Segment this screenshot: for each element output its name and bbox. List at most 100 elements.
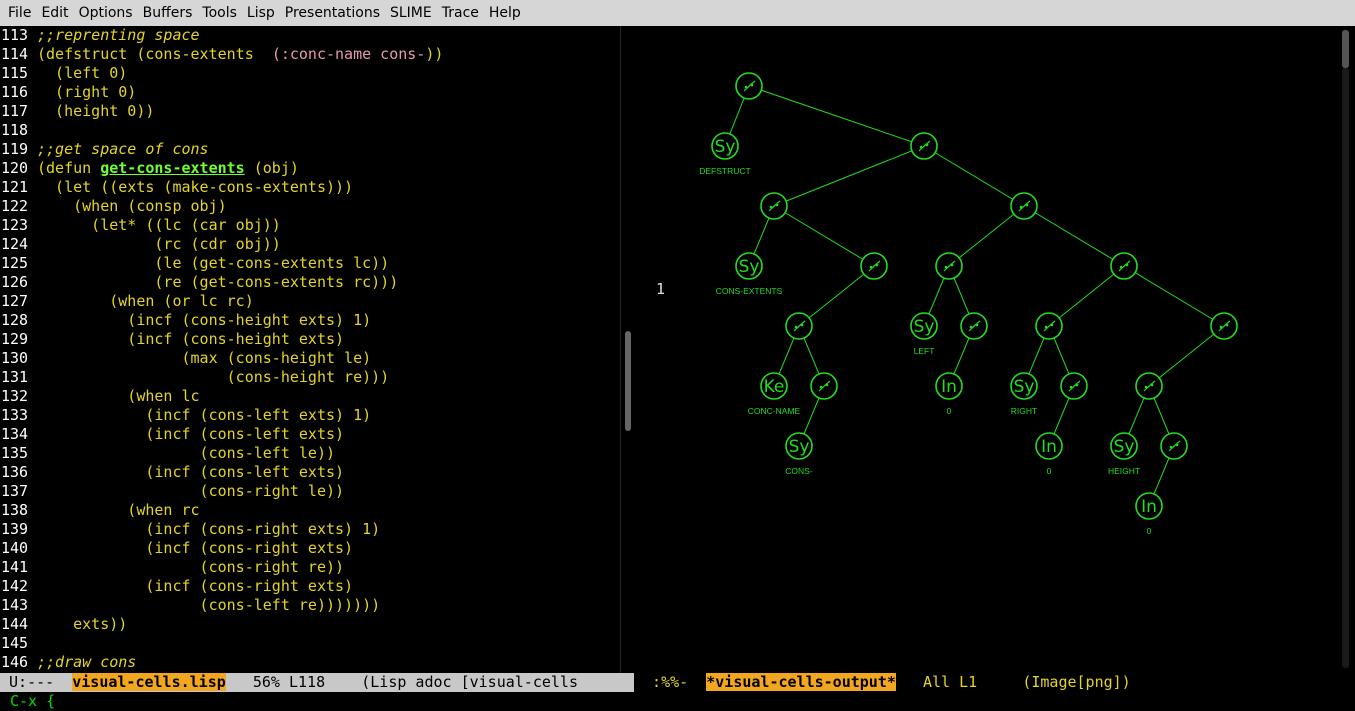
- line-number: 121: [1, 178, 29, 196]
- atom-node: Sy DEFSTRUCT: [699, 132, 751, 176]
- atom-glyph: Sy: [1114, 437, 1135, 457]
- code-text: (cons-left le)): [37, 444, 336, 462]
- function-name: get-cons-extents: [100, 159, 245, 177]
- code-line[interactable]: 115 (left 0): [0, 64, 620, 83]
- menu-edit[interactable]: Edit: [36, 0, 73, 26]
- line-number: 117: [1, 102, 29, 120]
- code-line[interactable]: 130 (max (cons-height le): [0, 349, 620, 368]
- tree-edge: [773, 145, 925, 207]
- code-text: (incf (cons-right exts) 1): [37, 520, 381, 538]
- modeline-buffer-name[interactable]: visual-cells.lisp: [72, 673, 226, 691]
- code-line[interactable]: 132 (when lc: [0, 387, 620, 406]
- code-line[interactable]: 122 (when (consp obj): [0, 197, 620, 216]
- left-pane-scrollbar[interactable]: [620, 26, 634, 673]
- code-line[interactable]: 141 (cons-right re)): [0, 558, 620, 577]
- line-number: 133: [1, 406, 29, 424]
- menu-options[interactable]: Options: [74, 0, 138, 26]
- line-number: 115: [1, 64, 29, 82]
- atom-label: 0: [1047, 466, 1052, 476]
- cons-cell-tree-image: Sy DEFSTRUCT Sy CONS-EXTENTS Sy LEFT Ke CONC-NA…: [699, 72, 1238, 536]
- line-number: 142: [1, 577, 29, 595]
- code-line[interactable]: 133 (incf (cons-left exts) 1): [0, 406, 620, 425]
- atom-node: Sy LEFT: [910, 312, 938, 356]
- lisp-editor-pane[interactable]: 113 ;;reprenting space 114 (defstruct (cons…: [0, 26, 620, 673]
- cons-cell-node: [860, 252, 888, 280]
- code-text: (:conc-name cons-: [271, 45, 426, 63]
- code-text: (cons-height re))): [37, 368, 390, 386]
- code-line[interactable]: 131 (cons-height re))): [0, 368, 620, 387]
- line-number: 137: [1, 482, 29, 500]
- echo-area[interactable]: C-x {: [0, 692, 1355, 711]
- output-scrollbar-thumb[interactable]: [1342, 30, 1349, 68]
- code-line[interactable]: 139 (incf (cons-right exts) 1): [0, 520, 620, 539]
- menu-help[interactable]: Help: [484, 0, 526, 26]
- code-text: (defstruct (cons-extents: [37, 45, 272, 63]
- cons-cell-node: [1210, 312, 1238, 340]
- code-line[interactable]: 144 exts)): [0, 615, 620, 634]
- code-line[interactable]: 113 ;;reprenting space: [0, 26, 620, 45]
- scrollbar-thumb[interactable]: [625, 331, 631, 431]
- code-line[interactable]: 143 (cons-left re))))))): [0, 596, 620, 615]
- code-line[interactable]: 134 (incf (cons-left exts): [0, 425, 620, 444]
- modeline-mode[interactable]: (Image[png]): [1022, 673, 1130, 691]
- modeline-right[interactable]: :%%- *visual-cells-output* All L1 (Image…: [634, 673, 1355, 692]
- image-output-pane[interactable]: 1 Sy DEFSTRUCT Sy CONS-EXTENTS Sy LEFT Ke CONC-…: [634, 26, 1355, 673]
- code-line[interactable]: 136 (incf (cons-left exts): [0, 463, 620, 482]
- code-line[interactable]: 114 (defstruct (cons-extents (:conc-name …: [0, 45, 620, 64]
- code-line[interactable]: 128 (incf (cons-height exts) 1): [0, 311, 620, 330]
- menu-trace[interactable]: Trace: [437, 0, 484, 26]
- code-text: (cons-right re)): [37, 558, 345, 576]
- code-line[interactable]: 129 (incf (cons-height exts): [0, 330, 620, 349]
- code-text: (right 0): [37, 83, 137, 101]
- code-text: (le (get-cons-extents lc)): [37, 254, 390, 272]
- tree-edge: [1148, 325, 1225, 387]
- code-line[interactable]: 123 (let* ((lc (car obj)): [0, 216, 620, 235]
- code-line[interactable]: 145: [0, 634, 620, 653]
- atom-node: In 0: [935, 372, 963, 416]
- cons-cell-node: [1010, 192, 1038, 220]
- line-number: 138: [1, 501, 29, 519]
- code-line[interactable]: 142 (incf (cons-right exts): [0, 577, 620, 596]
- menu-lisp[interactable]: Lisp: [242, 0, 280, 26]
- code-line[interactable]: 127 (when (or lc rc): [0, 292, 620, 311]
- code-line[interactable]: 135 (cons-left le)): [0, 444, 620, 463]
- menu-slime[interactable]: SLIME: [385, 0, 437, 26]
- code-line[interactable]: 116 (right 0): [0, 83, 620, 102]
- menu-presentations[interactable]: Presentations: [280, 0, 385, 26]
- line-number: 131: [1, 368, 29, 386]
- tree-edge: [773, 205, 875, 267]
- code-line[interactable]: 140 (incf (cons-right exts): [0, 539, 620, 558]
- atom-glyph: Sy: [715, 137, 736, 157]
- code-comment: ;;reprenting space: [37, 26, 200, 44]
- cons-cell-node: [760, 192, 788, 220]
- code-line[interactable]: 126 (re (get-cons-extents rc))): [0, 273, 620, 292]
- code-line[interactable]: 124 (rc (cdr obj)): [0, 235, 620, 254]
- atom-label: CONC-NAME: [748, 406, 801, 416]
- code-line[interactable]: 120 (defun get-cons-extents (obj): [0, 159, 620, 178]
- atom-glyph: Sy: [914, 317, 935, 337]
- atom-glyph: Sy: [739, 257, 760, 277]
- code-line[interactable]: 125 (le (get-cons-extents lc)): [0, 254, 620, 273]
- atom-glyph: Ke: [764, 377, 785, 397]
- code-line[interactable]: 137 (cons-right le)): [0, 482, 620, 501]
- code-line[interactable]: 119 ;;get space of cons: [0, 140, 620, 159]
- code-text: (incf (cons-height exts) 1): [37, 311, 372, 329]
- menu-file[interactable]: File: [3, 0, 36, 26]
- menu-buffers[interactable]: Buffers: [138, 0, 198, 26]
- atom-glyph: Sy: [789, 437, 810, 457]
- menu-tools[interactable]: Tools: [197, 0, 242, 26]
- code-text: (incf (cons-left exts) 1): [37, 406, 372, 424]
- code-line[interactable]: 146 ;;draw cons: [0, 653, 620, 672]
- code-text: (obj): [244, 159, 299, 177]
- code-text: (max (cons-height le): [37, 349, 372, 367]
- output-scrollbar-track[interactable]: [1342, 68, 1349, 668]
- code-line[interactable]: 138 (when rc: [0, 501, 620, 520]
- code-line[interactable]: 118: [0, 121, 620, 140]
- code-line[interactable]: 121 (let ((exts (make-cons-extents))): [0, 178, 620, 197]
- modeline-left[interactable]: U:--- visual-cells.lisp 56% L118 (Lisp a…: [0, 673, 634, 692]
- code-line[interactable]: 117 (height 0)): [0, 102, 620, 121]
- modeline-buffer-name[interactable]: *visual-cells-output*: [706, 673, 896, 691]
- modeline-mode[interactable]: (Lisp adoc [visual-cells: [361, 673, 578, 691]
- code-text: (re (get-cons-extents rc))): [37, 273, 399, 291]
- cons-cell-node: [960, 312, 988, 340]
